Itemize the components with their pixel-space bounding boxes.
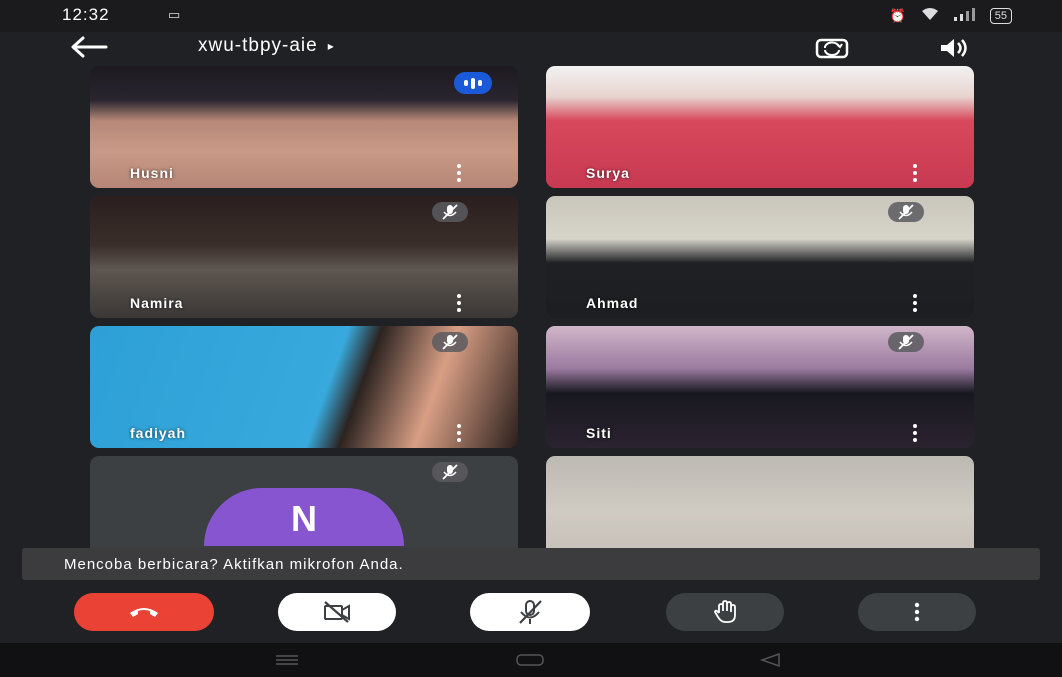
meeting-code-text: xwu-tbpy-aie bbox=[198, 35, 318, 56]
notification-icon: ▭ bbox=[168, 7, 181, 22]
status-time: 12:32 bbox=[62, 5, 110, 24]
switch-camera-button[interactable] bbox=[812, 34, 852, 62]
microphone-toggle-button[interactable] bbox=[470, 593, 590, 631]
camera-off-icon bbox=[324, 601, 350, 623]
participant-name: fadiyah bbox=[130, 425, 187, 441]
status-icons: ⏰ 55 bbox=[890, 7, 1012, 24]
status-bar: 12:32 ▭ ⏰ 55 bbox=[0, 0, 1062, 32]
system-nav-bar bbox=[0, 643, 1062, 677]
end-call-icon bbox=[130, 608, 158, 617]
more-options-button[interactable] bbox=[858, 593, 976, 631]
end-call-button[interactable] bbox=[74, 593, 214, 631]
speaker-icon bbox=[941, 39, 967, 57]
participant-name: Surya bbox=[586, 165, 630, 181]
more-options-icon[interactable] bbox=[452, 164, 466, 182]
caret-right-icon: ▸ bbox=[327, 39, 335, 53]
toast-message: Mencoba berbicara? Aktifkan mikrofon And… bbox=[64, 556, 404, 573]
participant-name: Siti bbox=[586, 425, 612, 441]
back-button[interactable] bbox=[66, 32, 112, 62]
participant-tile-ahmad[interactable]: Ahmad bbox=[546, 196, 974, 318]
more-options-icon[interactable] bbox=[908, 294, 922, 312]
participant-tile-avatar[interactable]: N bbox=[90, 456, 518, 548]
avatar: N bbox=[204, 488, 404, 546]
mic-muted-icon bbox=[432, 202, 468, 222]
home-button[interactable] bbox=[505, 647, 555, 673]
participant-tile-surya[interactable]: Surya bbox=[546, 66, 974, 188]
system-back-icon bbox=[759, 652, 780, 668]
mic-muted-icon bbox=[432, 332, 468, 352]
more-options-icon[interactable] bbox=[452, 424, 466, 442]
signal-icon bbox=[953, 7, 976, 24]
recent-apps-icon bbox=[276, 655, 298, 665]
call-controls bbox=[0, 583, 1062, 643]
battery-icon: 55 bbox=[989, 7, 1012, 24]
raise-hand-button[interactable] bbox=[666, 593, 784, 631]
switch-camera-icon bbox=[815, 38, 849, 59]
more-vert-icon bbox=[914, 602, 920, 622]
more-options-icon[interactable] bbox=[908, 424, 922, 442]
participant-name: Ahmad bbox=[586, 295, 639, 311]
mic-muted-icon bbox=[432, 462, 468, 482]
back-arrow-icon bbox=[71, 36, 108, 58]
wifi-icon bbox=[920, 7, 940, 24]
participant-tile-video[interactable] bbox=[546, 456, 974, 548]
more-options-icon[interactable] bbox=[908, 164, 922, 182]
camera-toggle-button[interactable] bbox=[278, 593, 396, 631]
alarm-icon: ⏰ bbox=[889, 7, 906, 23]
speaking-indicator-icon bbox=[454, 72, 492, 94]
participant-tile-fadiyah[interactable]: fadiyah bbox=[90, 326, 518, 448]
home-icon bbox=[516, 654, 544, 666]
meeting-header: xwu-tbpy-aie ▸ bbox=[0, 32, 1062, 66]
meeting-code[interactable]: xwu-tbpy-aie ▸ bbox=[198, 35, 335, 57]
raise-hand-icon bbox=[714, 600, 736, 623]
participant-name: Namira bbox=[130, 295, 184, 311]
participant-tile-namira[interactable]: Namira bbox=[90, 196, 518, 318]
mic-muted-icon bbox=[888, 332, 924, 352]
mic-off-icon bbox=[519, 600, 542, 624]
participant-tile-husni[interactable]: Husni bbox=[90, 66, 518, 188]
audio-output-button[interactable] bbox=[934, 34, 974, 62]
mic-muted-icon bbox=[888, 202, 924, 222]
more-options-icon[interactable] bbox=[452, 294, 466, 312]
mic-reminder-toast: Mencoba berbicara? Aktifkan mikrofon And… bbox=[22, 548, 1040, 580]
participant-name: Husni bbox=[130, 165, 174, 181]
participant-tile-siti[interactable]: Siti bbox=[546, 326, 974, 448]
system-back-button[interactable] bbox=[745, 647, 795, 673]
recent-apps-button[interactable] bbox=[262, 647, 312, 673]
